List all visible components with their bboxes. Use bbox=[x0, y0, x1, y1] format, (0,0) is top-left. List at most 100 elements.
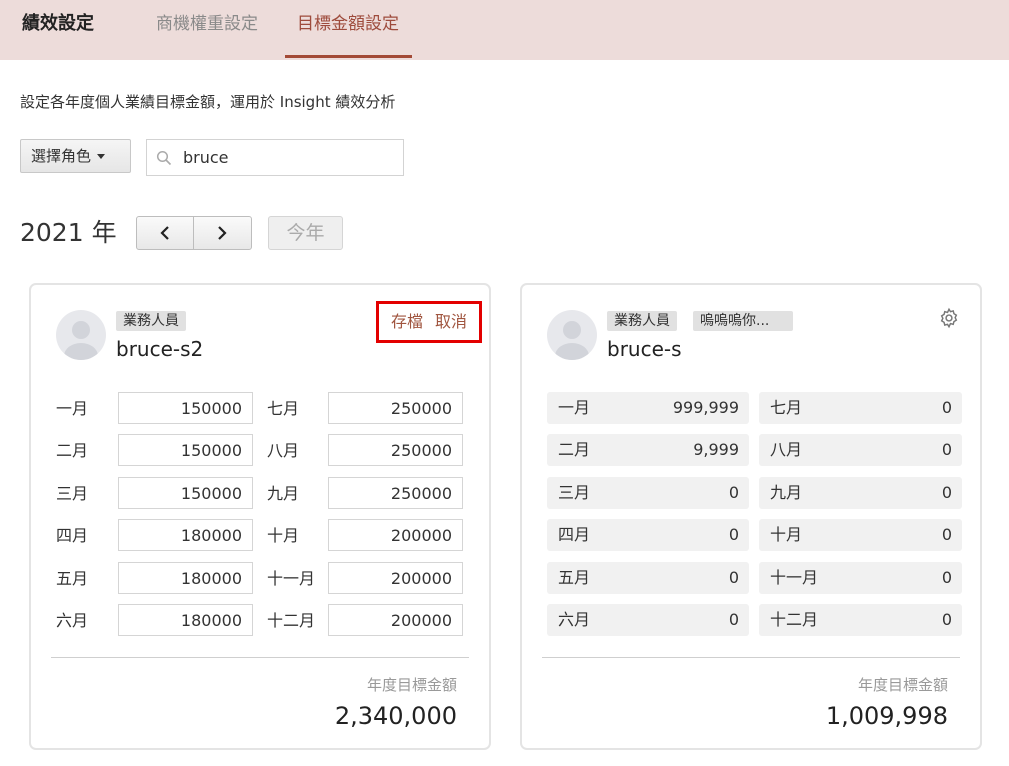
next-year-button[interactable] bbox=[194, 217, 251, 249]
annual-target-value: 2,340,000 bbox=[334, 702, 457, 730]
chevron-right-icon bbox=[218, 226, 227, 240]
select-role-button[interactable]: 選擇角色 bbox=[20, 139, 131, 173]
month-amount-input[interactable] bbox=[328, 392, 463, 424]
card-divider bbox=[51, 657, 469, 658]
month-amount-cell: 十一月 0 bbox=[759, 562, 962, 594]
month-label: 八月 bbox=[770, 440, 803, 459]
month-label: 四月 bbox=[56, 526, 89, 545]
avatar bbox=[56, 310, 106, 360]
search-icon bbox=[156, 150, 172, 166]
month-amount-cell: 九月 0 bbox=[759, 477, 962, 509]
this-year-button[interactable]: 今年 bbox=[268, 216, 343, 250]
month-amount-cell: 一月 999,999 bbox=[547, 392, 749, 424]
month-label: 十二月 bbox=[267, 611, 316, 630]
month-amount-input[interactable] bbox=[328, 562, 463, 594]
month-amount-cell: 十月 0 bbox=[759, 519, 962, 551]
top-header: 績效設定 商機權重設定 目標金額設定 bbox=[0, 0, 1009, 60]
select-role-label: 選擇角色 bbox=[31, 147, 92, 165]
month-amount: 999,999 bbox=[672, 398, 739, 417]
month-amount: 0 bbox=[941, 398, 952, 417]
month-amount-cell: 二月 9,999 bbox=[547, 434, 749, 466]
month-amount: 0 bbox=[941, 483, 952, 502]
user-target-card: 業務人員 bruce-s2 存檔 取消 一月 二月 三月 四月 五月 六月 七月… bbox=[29, 283, 491, 750]
month-amount-input[interactable] bbox=[118, 392, 253, 424]
gear-icon[interactable] bbox=[938, 307, 960, 329]
month-label: 五月 bbox=[56, 569, 89, 588]
tab-opportunity-weight[interactable]: 商機權重設定 bbox=[156, 11, 258, 37]
month-label: 十月 bbox=[267, 526, 300, 545]
page-title: 績效設定 bbox=[22, 13, 94, 34]
month-amount-input[interactable] bbox=[118, 519, 253, 551]
user-name: bruce-s2 bbox=[116, 337, 204, 361]
month-label: 六月 bbox=[558, 610, 591, 629]
month-label: 二月 bbox=[56, 441, 89, 460]
month-amount-input[interactable] bbox=[328, 477, 463, 509]
year-nav-group bbox=[136, 216, 252, 250]
month-label: 七月 bbox=[267, 399, 300, 418]
month-label: 八月 bbox=[267, 441, 300, 460]
month-amount-input[interactable] bbox=[328, 434, 463, 466]
user-name: bruce-s bbox=[607, 337, 682, 361]
month-label: 三月 bbox=[558, 483, 591, 502]
month-label: 十一月 bbox=[770, 568, 819, 587]
user-target-card: 業務人員 嗚嗚嗚你... bruce-s 一月 999,999 二月 9,999… bbox=[520, 283, 982, 750]
search-input[interactable] bbox=[181, 144, 396, 171]
save-button[interactable]: 存檔 bbox=[391, 312, 423, 332]
month-amount-input[interactable] bbox=[118, 562, 253, 594]
month-amount: 0 bbox=[941, 610, 952, 629]
annual-target-value: 1,009,998 bbox=[825, 702, 948, 730]
active-tab-indicator bbox=[285, 55, 412, 58]
month-amount-cell: 六月 0 bbox=[547, 604, 749, 636]
card-divider bbox=[542, 657, 960, 658]
month-amount-cell: 三月 0 bbox=[547, 477, 749, 509]
month-label: 四月 bbox=[558, 525, 591, 544]
month-amount: 9,999 bbox=[693, 440, 739, 459]
role-badge: 業務人員 bbox=[116, 311, 186, 331]
month-amount: 0 bbox=[941, 440, 952, 459]
month-amount-input[interactable] bbox=[328, 604, 463, 636]
month-label: 十月 bbox=[770, 525, 803, 544]
month-amount-cell: 十二月 0 bbox=[759, 604, 962, 636]
month-amount: 0 bbox=[728, 483, 739, 502]
annual-target-label: 年度目標金額 bbox=[857, 676, 948, 694]
month-amount: 0 bbox=[941, 568, 952, 587]
chevron-left-icon bbox=[160, 226, 169, 240]
tab-target-amount[interactable]: 目標金額設定 bbox=[297, 11, 399, 37]
month-label: 十一月 bbox=[267, 569, 316, 588]
month-amount-input[interactable] bbox=[118, 604, 253, 636]
month-label: 九月 bbox=[267, 484, 300, 503]
search-box bbox=[146, 139, 404, 176]
month-label: 三月 bbox=[56, 484, 89, 503]
cancel-button[interactable]: 取消 bbox=[435, 312, 467, 332]
month-amount-input[interactable] bbox=[118, 477, 253, 509]
caret-down-icon bbox=[97, 154, 106, 159]
month-label: 一月 bbox=[56, 399, 89, 418]
month-label: 七月 bbox=[770, 398, 803, 417]
month-amount-cell: 七月 0 bbox=[759, 392, 962, 424]
avatar bbox=[547, 310, 597, 360]
role-badge: 嗚嗚嗚你... bbox=[693, 311, 793, 331]
month-amount-cell: 五月 0 bbox=[547, 562, 749, 594]
page-description: 設定各年度個人業績目標金額，運用於 Insight 績效分析 bbox=[20, 93, 396, 111]
month-label: 一月 bbox=[558, 398, 591, 417]
month-label: 六月 bbox=[56, 611, 89, 630]
user-avatar-icon bbox=[555, 321, 589, 360]
prev-year-button[interactable] bbox=[137, 217, 194, 249]
month-amount-input[interactable] bbox=[328, 519, 463, 551]
month-amount-cell: 四月 0 bbox=[547, 519, 749, 551]
month-label: 九月 bbox=[770, 483, 803, 502]
edit-actions-highlight: 存檔 取消 bbox=[376, 301, 482, 343]
month-amount-input[interactable] bbox=[118, 434, 253, 466]
month-label: 二月 bbox=[558, 440, 591, 459]
month-label: 十二月 bbox=[770, 610, 819, 629]
year-label: 2021 年 bbox=[20, 218, 117, 247]
month-amount: 0 bbox=[728, 610, 739, 629]
month-label: 五月 bbox=[558, 568, 591, 587]
user-avatar-icon bbox=[64, 321, 98, 360]
annual-target-label: 年度目標金額 bbox=[366, 676, 457, 694]
month-amount: 0 bbox=[728, 525, 739, 544]
role-badge: 業務人員 bbox=[607, 311, 677, 331]
month-amount-cell: 八月 0 bbox=[759, 434, 962, 466]
month-amount: 0 bbox=[728, 568, 739, 587]
month-amount: 0 bbox=[941, 525, 952, 544]
